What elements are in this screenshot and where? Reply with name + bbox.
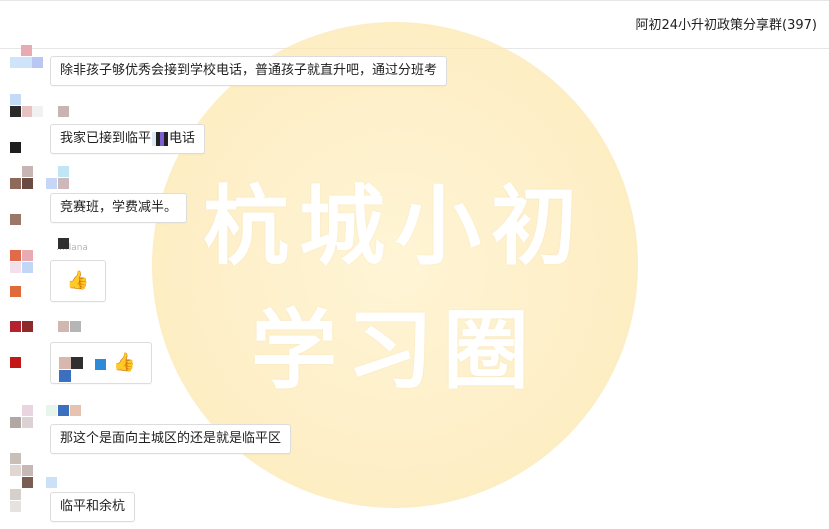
message-bubble[interactable]: 临平和余杭 — [50, 492, 136, 522]
top-border — [0, 0, 829, 1]
message-text: 我家已接到临平 — [60, 131, 152, 146]
thumbs-up-icon: 👍 — [66, 270, 90, 291]
message-text-suffix: 电话 — [169, 131, 196, 146]
message-bubble[interactable]: 👍 — [50, 342, 152, 384]
avatar-fragment-icon — [95, 359, 106, 370]
message-text: 临平和余杭 — [60, 499, 126, 514]
avatar-fragment-icon — [59, 370, 71, 382]
message-bubble[interactable]: 那这个是面向主城区的还是就是临平区 — [50, 424, 292, 454]
thumbs-up-icon: 👍 — [113, 352, 136, 373]
header-divider — [0, 48, 829, 49]
avatar[interactable] — [10, 405, 81, 435]
message-text: 竞赛班，学费减半。 — [60, 200, 178, 215]
avatar[interactable] — [10, 94, 69, 153]
message-bubble[interactable]: 👍 — [50, 260, 106, 302]
watermark-text-line2: 学习圈 — [251, 301, 539, 401]
message-bubble[interactable]: 竞赛班，学费减半。 — [50, 193, 188, 223]
avatar[interactable] — [10, 45, 43, 75]
avatar-fragment-icon — [59, 357, 71, 369]
group-title: 阿初24小升初政策分享群(397) — [635, 18, 818, 33]
message-text: 除非孩子够优秀会接到学校电话，普通孩子就直升吧，通过分班考 — [60, 63, 438, 78]
avatar[interactable] — [10, 238, 69, 297]
avatar-fragment-icon — [71, 357, 83, 369]
avatar[interactable] — [10, 321, 81, 368]
avatar[interactable] — [10, 453, 57, 512]
redacted-image-icon — [152, 131, 169, 146]
message-bubble[interactable]: 我家已接到临平 电话 — [50, 124, 206, 154]
message-bubble[interactable]: 除非孩子够优秀会接到学校电话，普通孩子就直升吧，通过分班考 — [50, 56, 448, 86]
watermark-text-line1: 杭城小初 — [203, 177, 587, 277]
avatar[interactable] — [10, 166, 69, 225]
message-text: 那这个是面向主城区的还是就是临平区 — [60, 431, 282, 446]
